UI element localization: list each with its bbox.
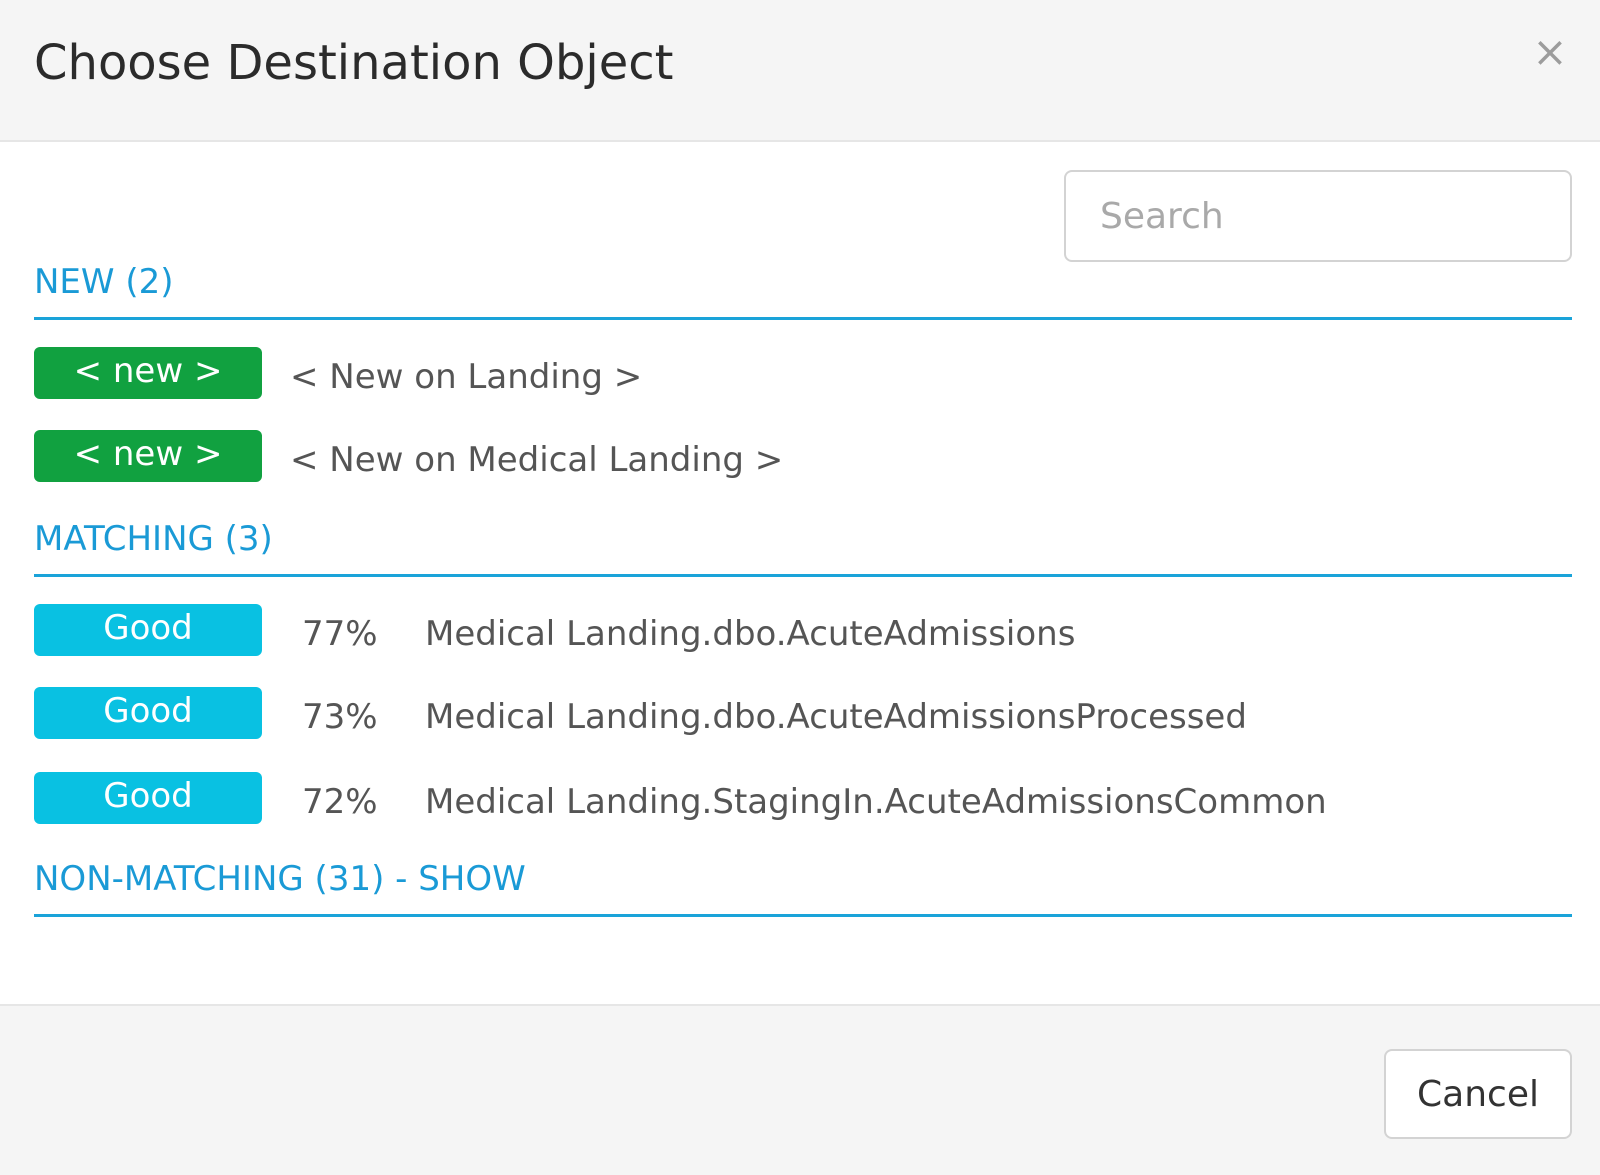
new-item-label[interactable]: < New on Medical Landing > bbox=[290, 436, 783, 484]
list-item-new[interactable]: < new > < New on Landing > bbox=[34, 347, 1572, 399]
list-item-matching[interactable]: Good 73% Medical Landing.dbo.AcuteAdmiss… bbox=[34, 687, 1572, 739]
choose-destination-dialog: Choose Destination Object × NEW (2) < ne… bbox=[0, 0, 1600, 1175]
match-quality-badge[interactable]: Good bbox=[34, 604, 262, 656]
match-item-label[interactable]: Medical Landing.dbo.AcuteAdmissionsProce… bbox=[425, 693, 1247, 741]
match-quality-badge[interactable]: Good bbox=[34, 772, 262, 824]
new-badge[interactable]: < new > bbox=[34, 347, 262, 399]
match-percent: 72% bbox=[302, 782, 378, 822]
list-item-matching[interactable]: Good 72% Medical Landing.StagingIn.Acute… bbox=[34, 772, 1572, 824]
match-item-label[interactable]: Medical Landing.StagingIn.AcuteAdmission… bbox=[425, 778, 1327, 826]
new-item-label[interactable]: < New on Landing > bbox=[290, 353, 642, 401]
match-percent: 73% bbox=[302, 697, 378, 737]
section-header-new: NEW (2) bbox=[34, 260, 1572, 320]
close-icon[interactable]: × bbox=[1530, 30, 1570, 74]
match-quality-badge[interactable]: Good bbox=[34, 687, 262, 739]
dialog-title: Choose Destination Object bbox=[34, 35, 674, 91]
match-percent: 77% bbox=[302, 614, 378, 654]
new-badge[interactable]: < new > bbox=[34, 430, 262, 482]
list-item-matching[interactable]: Good 77% Medical Landing.dbo.AcuteAdmiss… bbox=[34, 604, 1572, 656]
dialog-header: Choose Destination Object × bbox=[0, 0, 1600, 142]
match-item-label[interactable]: Medical Landing.dbo.AcuteAdmissions bbox=[425, 610, 1075, 658]
search-input[interactable] bbox=[1064, 170, 1572, 262]
cancel-button[interactable]: Cancel bbox=[1384, 1049, 1572, 1139]
dialog-body: NEW (2) < new > < New on Landing > < new… bbox=[0, 142, 1600, 1004]
section-header-non-matching-show[interactable]: NON-MATCHING (31) - SHOW bbox=[34, 857, 1572, 917]
section-header-matching: MATCHING (3) bbox=[34, 517, 1572, 577]
list-item-new[interactable]: < new > < New on Medical Landing > bbox=[34, 430, 1572, 482]
dialog-footer: Cancel bbox=[0, 1004, 1600, 1175]
